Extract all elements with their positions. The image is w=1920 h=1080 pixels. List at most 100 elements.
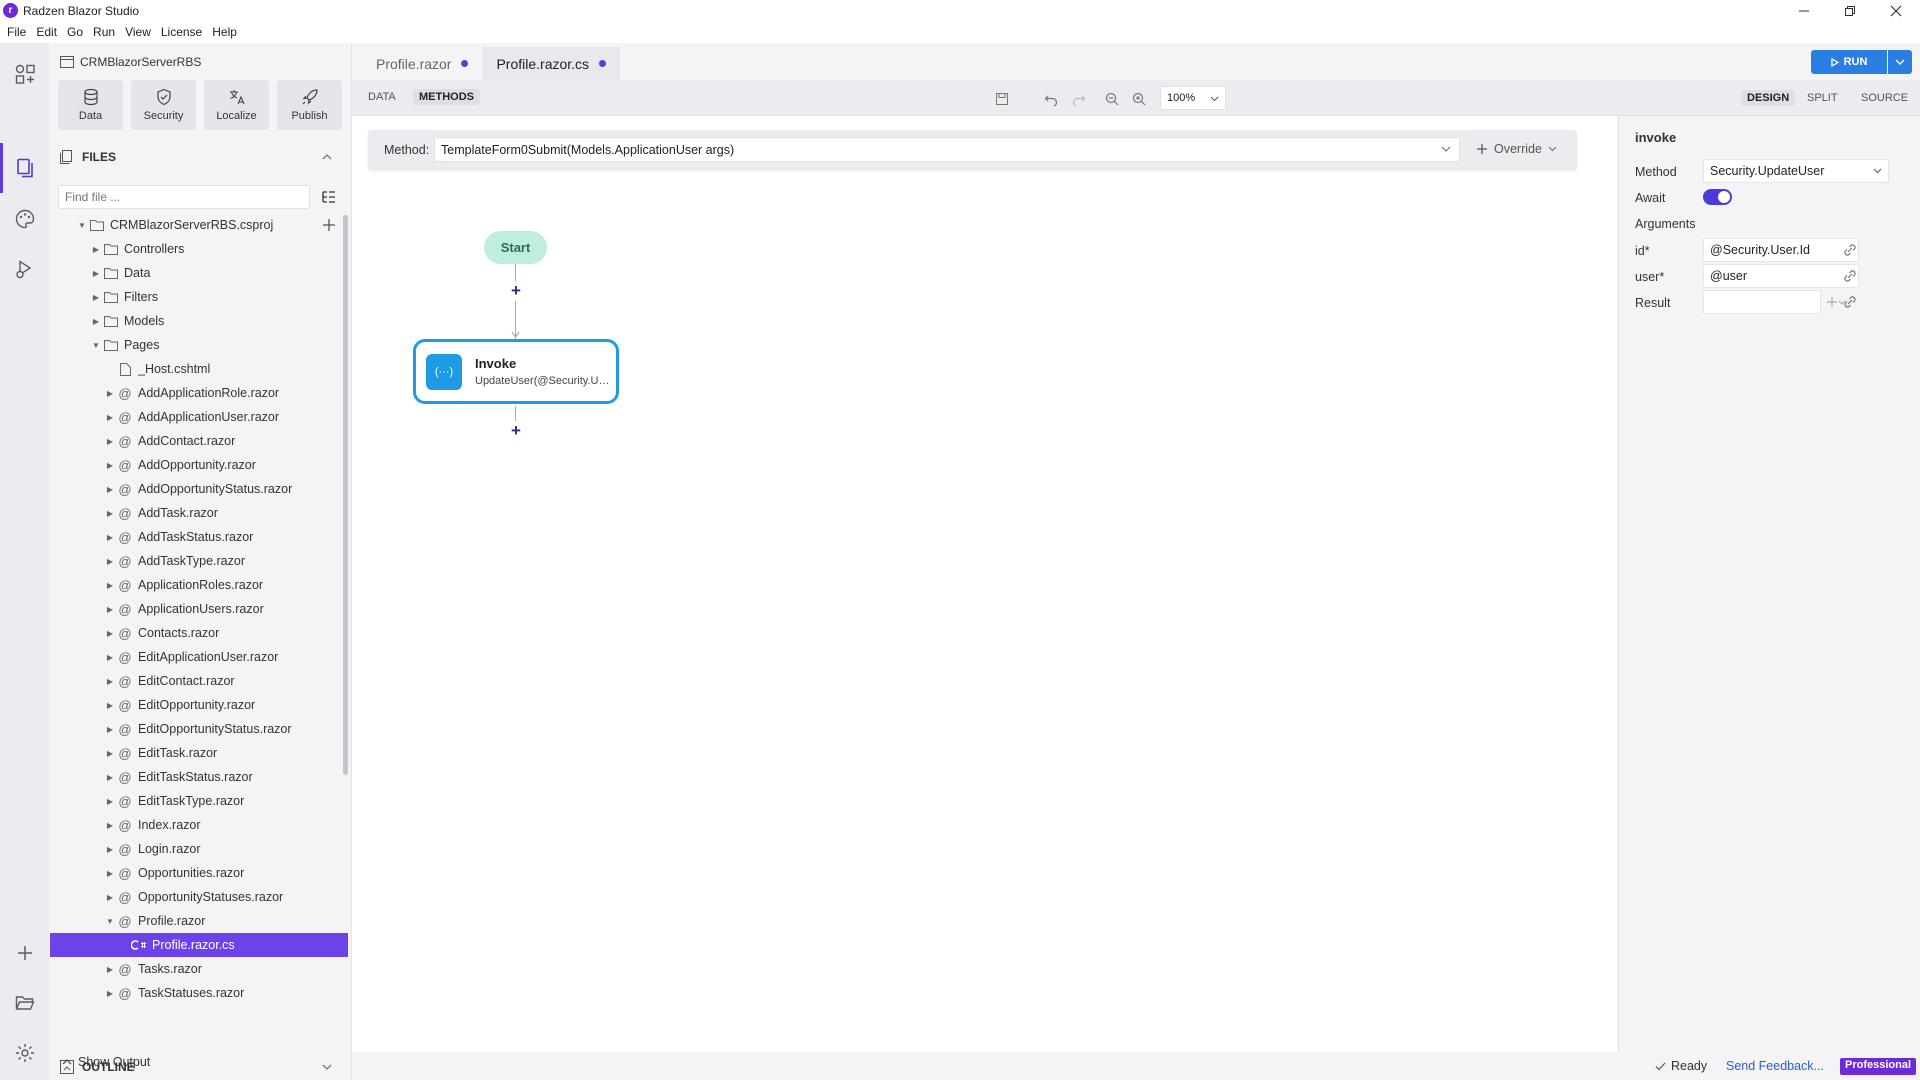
method-prop-select[interactable]: Security.UpdateUser	[1703, 159, 1889, 183]
tree-item[interactable]: ▶ Controllers	[50, 237, 348, 261]
tree-item[interactable]: ▶ Filters	[50, 285, 348, 309]
chevron-right-icon[interactable]: ▶	[104, 629, 116, 638]
chevron-right-icon[interactable]: ▶	[104, 509, 116, 518]
tree-item[interactable]: ▶ @ AddApplicationRole.razor	[50, 381, 348, 405]
menu-run[interactable]: Run	[93, 22, 115, 43]
tab-profile-razor-cs[interactable]: Profile.razor.cs	[482, 47, 621, 80]
override-button[interactable]: Override	[1476, 142, 1557, 156]
tree-item[interactable]: ▶ Data	[50, 261, 348, 285]
tree-item[interactable]: ▶ @ AddApplicationUser.razor	[50, 405, 348, 429]
open-folder-button[interactable]	[12, 990, 38, 1016]
expression-link-icon[interactable]	[1842, 294, 1858, 310]
tree-item[interactable]: ▶ @ ApplicationUsers.razor	[50, 597, 348, 621]
tab-source[interactable]: SOURCE	[1861, 92, 1908, 104]
chevron-right-icon[interactable]: ▶	[104, 893, 116, 902]
tree-item[interactable]: ▶ @ EditTaskType.razor	[50, 789, 348, 813]
tree-item[interactable]: ▶ @ Contacts.razor	[50, 621, 348, 645]
arg-user-input[interactable]: @user	[1703, 264, 1859, 288]
chevron-right-icon[interactable]: ▶	[104, 725, 116, 734]
arg-id-input[interactable]: @Security.User.Id	[1703, 238, 1859, 262]
chevron-down-icon[interactable]: ▼	[90, 341, 102, 350]
show-output-button[interactable]: Show Output	[62, 1055, 150, 1069]
start-node[interactable]: Start	[484, 231, 547, 264]
chevron-right-icon[interactable]: ▶	[104, 821, 116, 830]
tab-profile-razor[interactable]: Profile.razor	[362, 47, 482, 80]
chevron-right-icon[interactable]: ▶	[104, 989, 116, 998]
expression-link-icon[interactable]	[1842, 242, 1858, 258]
chevron-right-icon[interactable]: ▶	[104, 869, 116, 878]
chevron-right-icon[interactable]: ▶	[104, 389, 116, 398]
tree-item[interactable]: ▶ @ AddTask.razor	[50, 501, 348, 525]
tree-item[interactable]: ▶ Models	[50, 309, 348, 333]
tree-scrollbar[interactable]	[343, 215, 348, 775]
explorer-button[interactable]	[12, 155, 38, 181]
send-feedback-link[interactable]: Send Feedback...	[1726, 1059, 1824, 1073]
data-tool-button[interactable]: Data	[58, 80, 123, 130]
tree-item[interactable]: ▶ @ AddOpportunity.razor	[50, 453, 348, 477]
zoom-out-button[interactable]	[1103, 90, 1121, 108]
chevron-right-icon[interactable]: ▶	[104, 605, 116, 614]
localize-tool-button[interactable]: Localize	[204, 80, 269, 130]
tab-methods[interactable]: METHODS	[413, 89, 480, 105]
tree-item[interactable]: ▶ @ TaskStatuses.razor	[50, 981, 348, 1005]
chevron-right-icon[interactable]: ▶	[90, 317, 102, 326]
settings-button[interactable]	[12, 1040, 38, 1066]
chevron-down-icon[interactable]: ▼	[104, 917, 116, 926]
save-button[interactable]	[993, 90, 1011, 108]
chevron-right-icon[interactable]: ▶	[104, 461, 116, 470]
files-section-header[interactable]: FILES	[60, 150, 342, 164]
add-file-button[interactable]	[322, 218, 336, 232]
result-input[interactable]	[1703, 290, 1821, 314]
add-step-button[interactable]: +	[506, 281, 526, 301]
tree-view-toggle-button[interactable]	[321, 189, 339, 207]
chevron-right-icon[interactable]: ▶	[104, 557, 116, 566]
await-toggle[interactable]	[1703, 189, 1732, 205]
tree-item[interactable]: ▶ @ EditOpportunityStatus.razor	[50, 717, 348, 741]
tree-item[interactable]: ▶ @ EditTaskStatus.razor	[50, 765, 348, 789]
theme-button[interactable]	[12, 206, 38, 232]
tree-item[interactable]: ▼ Pages	[50, 333, 348, 357]
maximize-button[interactable]	[1827, 0, 1873, 22]
design-canvas[interactable]: Method: TemplateForm0Submit(Models.Appli…	[352, 116, 1617, 1080]
chevron-right-icon[interactable]: ▶	[90, 269, 102, 278]
tab-split[interactable]: SPLIT	[1807, 92, 1838, 104]
tree-item[interactable]: ▶ @ Opportunities.razor	[50, 861, 348, 885]
tree-item[interactable]: ▶ @ Tasks.razor	[50, 957, 348, 981]
tree-item[interactable]: ▶ @ AddTaskType.razor	[50, 549, 348, 573]
security-tool-button[interactable]: Security	[131, 80, 196, 130]
tab-data[interactable]: DATA	[368, 91, 396, 103]
zoom-in-button[interactable]	[1130, 90, 1148, 108]
chevron-right-icon[interactable]: ▶	[104, 581, 116, 590]
chevron-right-icon[interactable]: ▶	[104, 653, 116, 662]
chevron-right-icon[interactable]: ▶	[104, 965, 116, 974]
debug-button[interactable]	[12, 256, 38, 282]
tree-item[interactable]: ▶ @ OpportunityStatuses.razor	[50, 885, 348, 909]
expression-link-icon[interactable]	[1842, 268, 1858, 284]
tree-item[interactable]: ▶ @ AddContact.razor	[50, 429, 348, 453]
plus-icon[interactable]	[1826, 296, 1838, 308]
chevron-right-icon[interactable]: ▶	[104, 677, 116, 686]
chevron-right-icon[interactable]: ▶	[104, 533, 116, 542]
components-button[interactable]	[12, 61, 38, 87]
tree-item[interactable]: ▼ @ Profile.razor	[50, 909, 348, 933]
menu-go[interactable]: Go	[67, 22, 83, 43]
minimize-button[interactable]	[1781, 0, 1827, 22]
run-button[interactable]: RUN	[1811, 50, 1887, 74]
tree-item[interactable]: ▶ @ EditApplicationUser.razor	[50, 645, 348, 669]
chevron-right-icon[interactable]: ▶	[104, 773, 116, 782]
redo-button[interactable]	[1070, 90, 1088, 108]
chevron-right-icon[interactable]: ▶	[104, 749, 116, 758]
chevron-right-icon[interactable]: ▶	[104, 485, 116, 494]
tree-item[interactable]: ▶ @ EditContact.razor	[50, 669, 348, 693]
chevron-right-icon[interactable]: ▶	[104, 797, 116, 806]
find-file-input[interactable]	[58, 185, 310, 209]
chevron-right-icon[interactable]: ▶	[90, 245, 102, 254]
publish-tool-button[interactable]: Publish	[277, 80, 342, 130]
menu-license[interactable]: License	[161, 22, 202, 43]
invoke-node[interactable]: (···) Invoke UpdateUser(@Security.User.I…	[413, 339, 619, 404]
tree-item[interactable]: Profile.razor.cs	[50, 933, 348, 957]
menu-view[interactable]: View	[125, 22, 151, 43]
close-button[interactable]	[1873, 0, 1919, 22]
tab-design[interactable]: DESIGN	[1741, 90, 1796, 106]
run-options-button[interactable]	[1888, 50, 1912, 74]
